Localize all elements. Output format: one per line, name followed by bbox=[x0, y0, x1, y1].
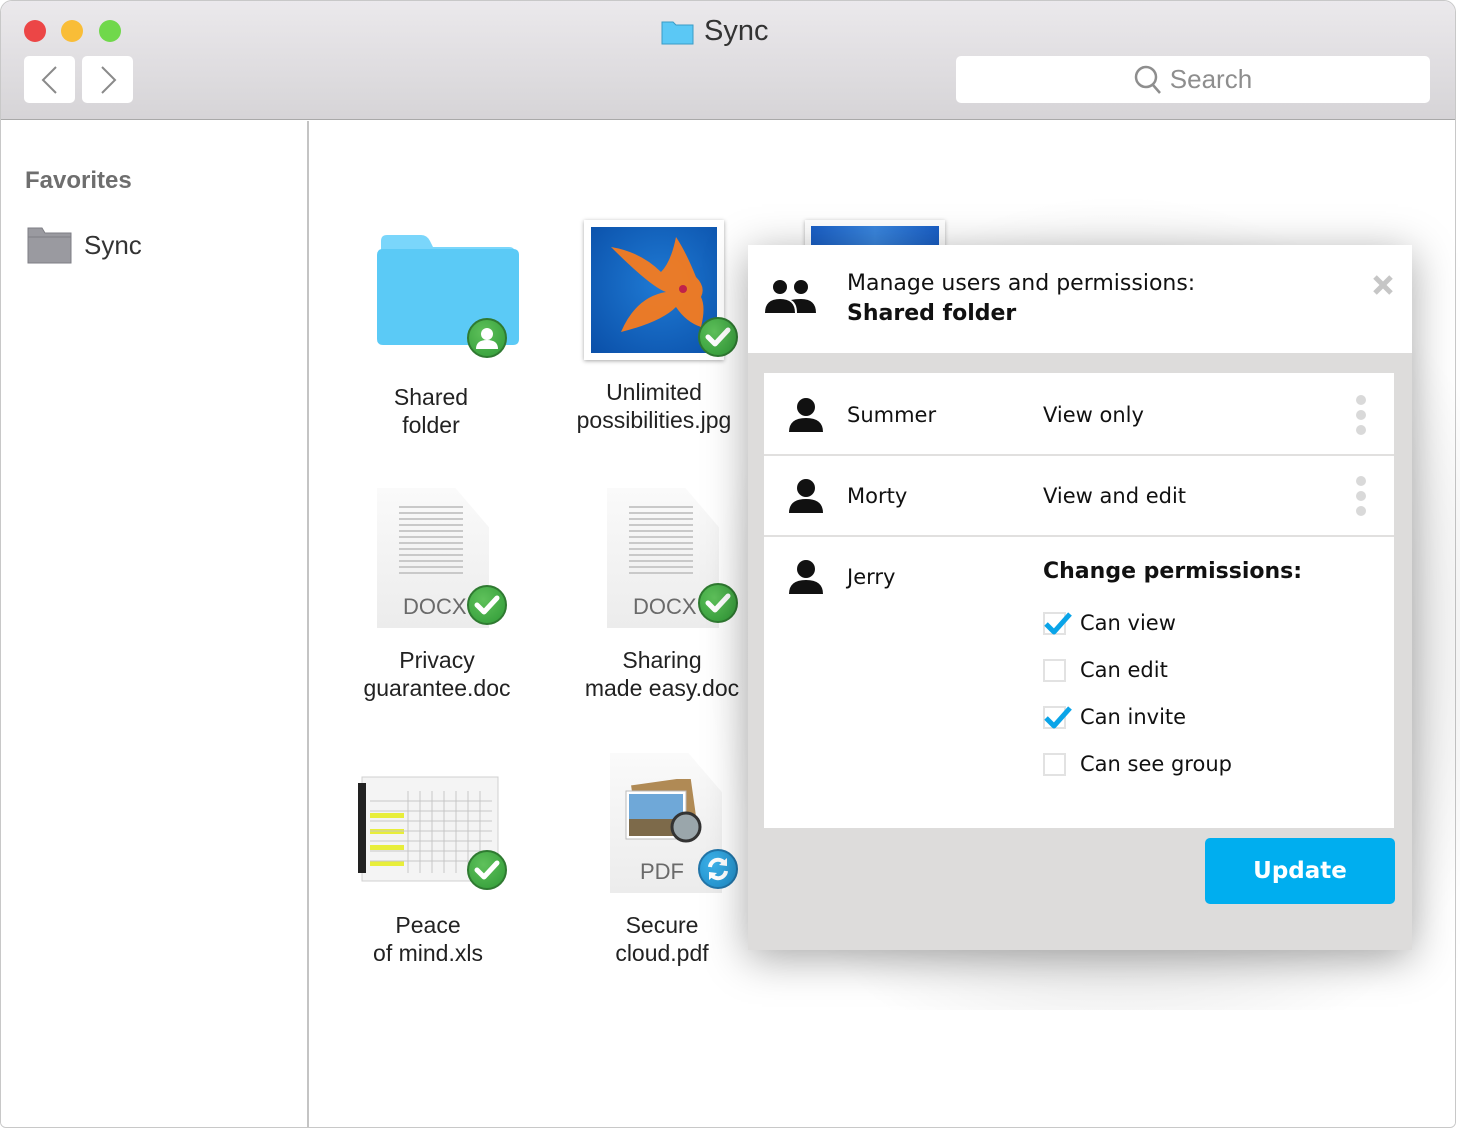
file-name-line: cloud.pdf bbox=[615, 940, 709, 966]
user-row-morty[interactable]: Morty View and edit bbox=[764, 456, 1394, 537]
file-item-secure-cloud[interactable]: PDF Secure cloud.pdf bbox=[562, 753, 762, 967]
checkbox-label: Can edit bbox=[1080, 658, 1168, 682]
chevron-left-icon bbox=[41, 65, 57, 94]
folder-icon bbox=[661, 21, 694, 44]
checkbox-can-edit[interactable]: Can edit bbox=[1043, 658, 1168, 682]
file-name-line: Privacy bbox=[399, 647, 475, 673]
user-name: Morty bbox=[847, 484, 908, 508]
dialog-header: Manage users and permissions: Shared fol… bbox=[748, 245, 1412, 353]
minimize-window-button[interactable] bbox=[61, 20, 83, 42]
users-list: Summer View only Morty View and edit Jer… bbox=[764, 373, 1394, 828]
checkmark-icon bbox=[1044, 611, 1072, 634]
file-name: Unlimited possibilities.jpg bbox=[554, 378, 754, 434]
synced-check-icon bbox=[467, 585, 507, 625]
users-group-icon bbox=[765, 280, 816, 313]
checkbox-can-invite[interactable]: Can invite bbox=[1043, 705, 1186, 729]
window-title: Sync bbox=[661, 15, 768, 48]
file-name-line: Secure bbox=[625, 912, 699, 938]
file-item-shared-folder[interactable]: Shared folder bbox=[331, 225, 531, 439]
sidebar-item-label: Sync bbox=[84, 230, 142, 260]
back-button[interactable] bbox=[24, 56, 75, 103]
user-permission: View only bbox=[1043, 403, 1144, 427]
file-item-unlimited-possibilities[interactable]: Unlimited possibilities.jpg bbox=[554, 220, 754, 434]
search-input[interactable]: Search bbox=[956, 56, 1430, 103]
user-name: Jerry bbox=[847, 565, 896, 589]
synced-check-icon bbox=[698, 583, 738, 623]
forward-button[interactable] bbox=[82, 56, 133, 103]
close-icon bbox=[1373, 275, 1393, 295]
title-bar: Sync Search bbox=[1, 1, 1455, 120]
user-name: Summer bbox=[847, 403, 937, 427]
change-permissions-heading: Change permissions: bbox=[1043, 559, 1303, 584]
dialog-subtitle: Shared folder bbox=[847, 301, 1017, 326]
search-placeholder: Search bbox=[1169, 64, 1253, 94]
checkbox-box[interactable] bbox=[1043, 705, 1072, 729]
file-name-line: Peace bbox=[395, 912, 461, 938]
file-name-line: guarantee.doc bbox=[363, 675, 511, 701]
file-item-privacy-guarantee[interactable]: DOCX Privacy guarantee.doc bbox=[337, 488, 537, 702]
sidebar: Favorites Sync bbox=[1, 121, 309, 1127]
checkmark-icon bbox=[1044, 705, 1072, 728]
favorites-heading: Favorites bbox=[25, 167, 132, 194]
file-item-sharing-made-easy[interactable]: DOCX Sharing made easy.doc bbox=[562, 488, 762, 702]
checkbox-box[interactable] bbox=[1043, 752, 1066, 776]
chevron-right-icon bbox=[100, 65, 116, 94]
folder-icon bbox=[27, 227, 72, 264]
user-icon bbox=[789, 479, 823, 513]
search-icon bbox=[1134, 65, 1161, 94]
user-row-jerry: Jerry Change permissions: Can view Can e… bbox=[764, 537, 1394, 828]
user-row-summer[interactable]: Summer View only bbox=[764, 373, 1394, 456]
file-item-peace-of-mind[interactable]: Peace of mind.xls bbox=[328, 747, 528, 967]
file-name-line: folder bbox=[402, 412, 460, 438]
preview-photo-icon bbox=[625, 779, 702, 843]
file-name-line: Shared bbox=[393, 384, 469, 410]
shared-badge-icon bbox=[467, 318, 507, 358]
zoom-window-button[interactable] bbox=[99, 20, 121, 42]
checkbox-can-view[interactable]: Can view bbox=[1043, 611, 1176, 635]
close-dialog-button[interactable] bbox=[1372, 271, 1394, 303]
file-name: Peace of mind.xls bbox=[328, 911, 528, 967]
checkbox-label: Can invite bbox=[1080, 705, 1187, 729]
file-name-line: Sharing bbox=[622, 647, 702, 673]
checkbox-can-see-group[interactable]: Can see group bbox=[1043, 752, 1232, 776]
user-icon bbox=[789, 560, 823, 594]
file-name: Privacy guarantee.doc bbox=[337, 646, 537, 702]
dialog-title-text: Manage users and permissions: bbox=[847, 271, 1196, 296]
file-name: Sharing made easy.doc bbox=[562, 646, 762, 702]
syncing-icon bbox=[698, 849, 738, 889]
checkbox-box[interactable] bbox=[1043, 658, 1066, 682]
dialog-title: Manage users and permissions: Shared fol… bbox=[847, 269, 1195, 329]
checkbox-label: Can see group bbox=[1080, 752, 1232, 776]
window-title-text: Sync bbox=[704, 15, 769, 47]
permissions-dialog: Manage users and permissions: Shared fol… bbox=[748, 245, 1412, 950]
file-name: Secure cloud.pdf bbox=[562, 911, 762, 967]
sidebar-item-sync[interactable]: Sync bbox=[27, 227, 142, 264]
checkbox-label: Can view bbox=[1080, 611, 1176, 635]
file-name-line: Unlimited bbox=[606, 379, 702, 405]
file-name-line: possibilities.jpg bbox=[576, 407, 732, 433]
file-name-line: of mind.xls bbox=[373, 940, 483, 966]
update-button[interactable]: Update bbox=[1205, 838, 1395, 904]
user-icon bbox=[789, 398, 823, 432]
more-options-icon[interactable] bbox=[1356, 395, 1368, 440]
more-options-icon[interactable] bbox=[1356, 476, 1368, 521]
close-window-button[interactable] bbox=[24, 20, 46, 42]
synced-check-icon bbox=[467, 850, 507, 890]
user-permission: View and edit bbox=[1043, 484, 1187, 508]
checkbox-box[interactable] bbox=[1043, 611, 1072, 635]
synced-check-icon bbox=[698, 317, 738, 357]
file-name-line: made easy.doc bbox=[584, 675, 740, 701]
file-name: Shared folder bbox=[331, 383, 531, 439]
